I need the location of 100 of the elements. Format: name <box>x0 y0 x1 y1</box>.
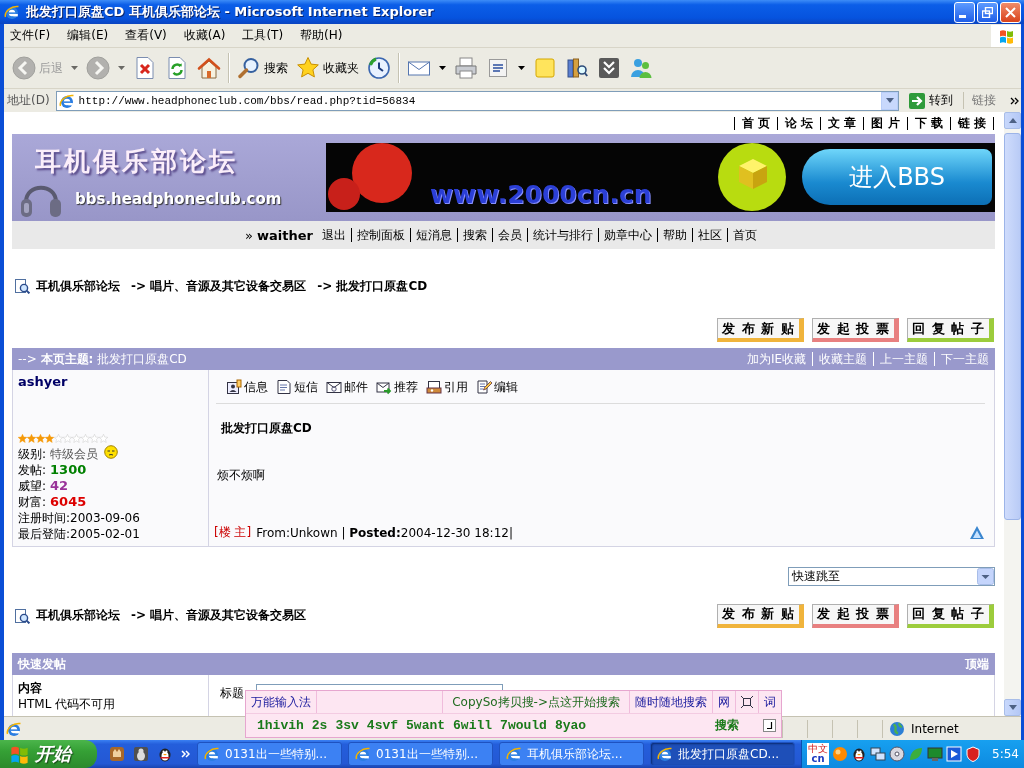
corner-icon[interactable] <box>763 719 776 732</box>
document-icon <box>486 56 510 80</box>
profile-link[interactable]: 信息 <box>226 378 268 396</box>
browser-icon <box>657 746 673 762</box>
app-icon[interactable] <box>109 746 125 762</box>
stat-label: 发帖: <box>18 462 47 478</box>
nav-link[interactable]: 社区 <box>691 228 727 242</box>
nav-link[interactable]: 会员 <box>491 228 527 242</box>
ime-title: 万能输入法 <box>246 691 317 713</box>
nav-link[interactable]: 链 接 <box>949 116 994 130</box>
close-button[interactable] <box>1000 1 1021 23</box>
nav-link[interactable]: 控制面板 <box>350 228 410 242</box>
ime-search-prompt[interactable]: CopySo拷贝搜->点这开始搜索 <box>443 691 630 713</box>
scroll-up-button[interactable] <box>1004 112 1021 129</box>
nav-link[interactable]: 下 载 <box>906 116 950 130</box>
ime-candidate[interactable]: 2s <box>311 718 328 733</box>
taskbar-button[interactable]: 0131出一些特别... <box>348 742 493 766</box>
monitor-icon[interactable] <box>927 746 943 762</box>
flag-icon <box>10 744 29 764</box>
penguin-icon[interactable] <box>157 746 173 762</box>
quick-jump-dropdown[interactable]: 快速跳至 <box>788 567 995 586</box>
dropdown-button[interactable] <box>881 91 898 110</box>
star-icon <box>45 434 54 443</box>
html-note: HTML 代码不可用 <box>18 696 116 712</box>
nav-link[interactable]: 退出 <box>316 228 351 242</box>
recommend-link[interactable]: 推荐 <box>376 378 418 396</box>
ime-candidate[interactable]: 3sv <box>335 718 359 733</box>
go-button[interactable]: 转到 <box>903 92 959 109</box>
input-method-indicator[interactable]: 中文 cn <box>807 743 829 765</box>
nav-link[interactable]: 首 页 <box>733 116 778 130</box>
author-name[interactable]: ashyer <box>18 374 68 389</box>
security-zone: Internet <box>911 721 959 736</box>
nav-prefix: » <box>245 227 253 243</box>
breadcrumb-link[interactable]: 耳机俱乐部论坛 <box>36 607 120 624</box>
nav-link[interactable]: 帮助 <box>656 228 692 242</box>
nav-link[interactable]: 短消息 <box>409 228 457 242</box>
links-button[interactable]: 链接 <box>963 92 1002 109</box>
printer-icon <box>454 56 478 80</box>
menu-item[interactable]: 查看(V) <box>119 25 173 46</box>
reply-button[interactable]: 回 复 帖 子 <box>907 603 994 628</box>
restore-button[interactable] <box>977 1 998 23</box>
ime-search-button[interactable]: 搜索 <box>715 717 739 734</box>
browser-icon <box>355 746 371 762</box>
arrow-up-icon[interactable] <box>969 525 985 540</box>
nav-link[interactable]: 统计与排行 <box>526 228 598 242</box>
ime-web-button[interactable]: 网 <box>713 691 736 713</box>
new-poll-button[interactable]: 发 起 投 票 <box>812 603 899 628</box>
menu-item[interactable]: 编辑(E) <box>61 25 115 46</box>
breadcrumb-link[interactable]: -> 唱片、音源及其它设备交易区 <box>131 277 307 295</box>
scroll-down-button[interactable] <box>1004 699 1021 716</box>
breadcrumb-link[interactable]: -> 唱片、音源及其它设备交易区 <box>131 607 307 624</box>
square-icon[interactable] <box>741 696 753 708</box>
ime-candidate[interactable]: 8yao <box>554 718 587 733</box>
new-poll-button[interactable]: 发 起 投 票 <box>812 318 899 342</box>
taskbar-button[interactable]: 0131出一些特别... <box>197 742 342 766</box>
site-logo-title: 耳机俱乐部论坛 <box>35 146 238 176</box>
chevron-icon[interactable] <box>1010 96 1019 105</box>
taskbar-button[interactable]: 耳机俱乐部论坛... <box>499 742 644 766</box>
address-field[interactable]: http://www.headphoneclub.com/bbs/read.php?tid=56834 <box>55 90 899 111</box>
quote-link[interactable]: 引用 <box>426 378 468 396</box>
scrollbar-thumb[interactable] <box>1004 133 1021 520</box>
nav-link[interactable]: 论 坛 <box>777 116 821 130</box>
disc-icon[interactable] <box>889 746 905 762</box>
network-icon[interactable] <box>870 746 886 762</box>
penguin-icon[interactable] <box>133 746 149 762</box>
nav-link[interactable]: 首页 <box>726 228 762 242</box>
edit-link[interactable]: 编辑 <box>476 378 518 396</box>
email-link[interactable]: 邮件 <box>326 378 368 396</box>
minimize-button[interactable] <box>954 1 975 23</box>
ime-candidate[interactable]: 4svf <box>366 718 399 733</box>
ime-word-button[interactable]: 词 <box>759 691 781 713</box>
pencil-document-icon <box>476 379 492 395</box>
message-link[interactable]: 短信 <box>276 378 318 396</box>
breadcrumb-link[interactable]: -> 批发打口原盘CD <box>317 277 428 295</box>
star-icon <box>99 434 108 443</box>
favorites-button[interactable]: 收藏夹 <box>292 50 363 86</box>
shield-icon[interactable] <box>965 746 981 762</box>
menu-item[interactable]: 工具(T) <box>236 25 290 46</box>
nav-link[interactable]: 搜索 <box>456 228 492 242</box>
new-post-button[interactable]: 发 布 新 贴 <box>717 318 804 342</box>
menu-item[interactable]: 帮助(H) <box>294 25 349 46</box>
nav-link[interactable]: 图 片 <box>863 116 907 130</box>
penguin-icon[interactable] <box>851 746 867 762</box>
username-link[interactable]: waither <box>257 227 313 243</box>
breadcrumb-link[interactable]: 耳机俱乐部论坛 <box>36 277 120 295</box>
ime-candidate[interactable]: 5want <box>406 718 446 733</box>
ime-candidate[interactable]: 6will <box>453 718 493 733</box>
taskbar-button[interactable]: 批发打口原盘CD... <box>650 742 795 766</box>
menu-item[interactable]: 文件(F) <box>4 25 57 46</box>
nav-link[interactable]: 勋章中心 <box>597 228 657 242</box>
ime-candidate[interactable]: 1hivih <box>257 718 304 733</box>
new-post-button[interactable]: 发 布 新 贴 <box>717 603 804 628</box>
nav-link[interactable]: 文 章 <box>820 116 864 130</box>
page-search-icon <box>14 607 30 624</box>
play-icon[interactable] <box>946 746 962 762</box>
ime-candidate[interactable]: 7would <box>500 718 547 733</box>
ime-search-anywhere[interactable]: 随时随地搜索 <box>630 691 713 713</box>
menu-item[interactable]: 收藏(A) <box>177 25 232 46</box>
reply-button[interactable]: 回 复 帖 子 <box>907 318 994 342</box>
search-button[interactable]: 搜索 <box>233 50 292 86</box>
